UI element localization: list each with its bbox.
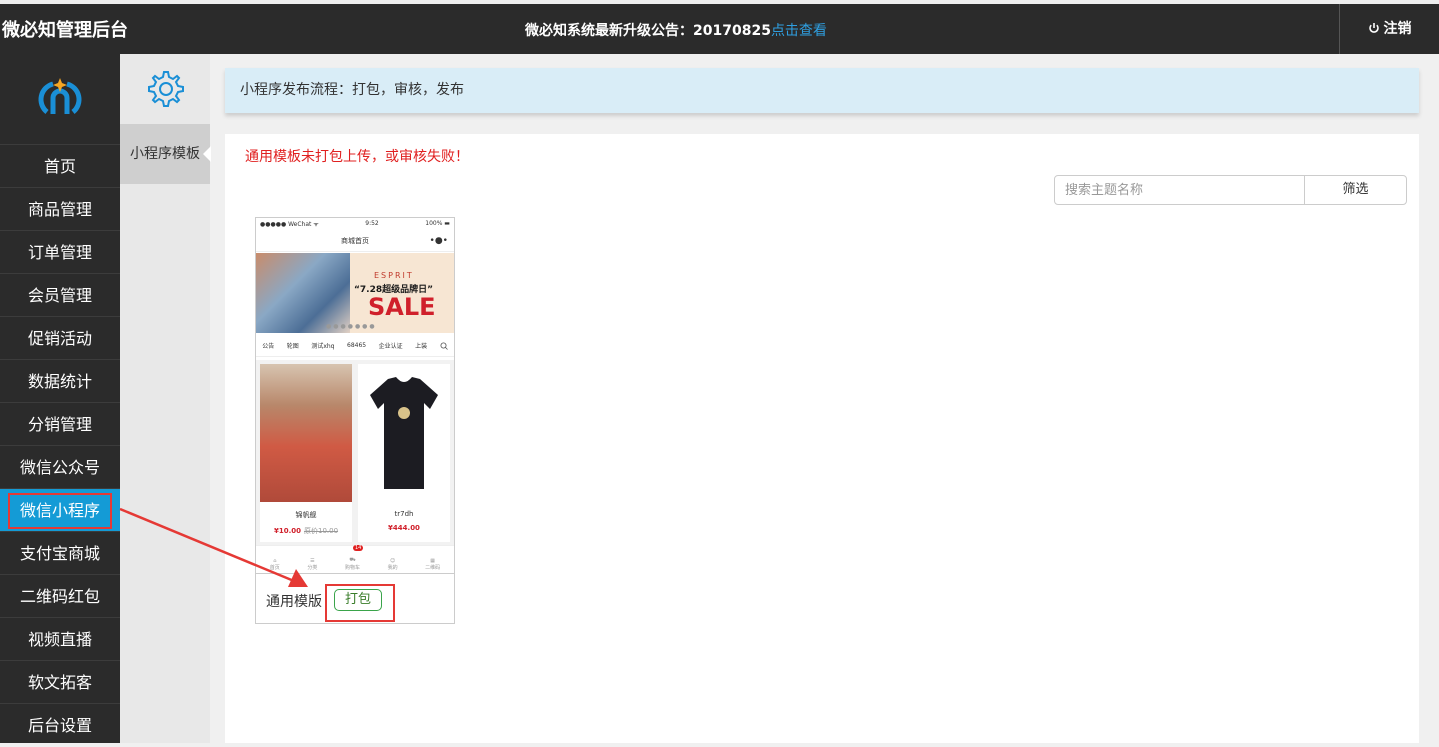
- carousel-dots: ●●●●●●●: [326, 323, 377, 330]
- carrier-text: ●●●●● WeChat ᯤ: [260, 221, 319, 228]
- hero-banner: ESPRIT “7.28超级品牌日” SALE ●●●●●●●: [256, 253, 454, 333]
- sidebar-item-label: 后台设置: [27, 716, 92, 735]
- sidebar-item-statistics[interactable]: 数据统计: [0, 359, 120, 402]
- tab-label: 购物车: [344, 565, 360, 571]
- sidebar-item-label: 视频直播: [27, 630, 92, 649]
- qrcode-tab: ▦ 二维码: [425, 558, 441, 571]
- sidebar-item-members[interactable]: 会员管理: [0, 273, 120, 316]
- time-text: 9:52: [365, 220, 379, 227]
- sidebar-item-label: 支付宝商城: [19, 544, 100, 563]
- phone-category-tabs: 公告 轮图 测试xhq 68465 企业认证 上装: [256, 335, 454, 357]
- sidebar-item-alipay-mall[interactable]: 支付宝商城: [0, 531, 120, 574]
- price-value: ¥444.00: [388, 524, 420, 532]
- phone-tab: 上装: [415, 343, 428, 350]
- hero-brand: ESPRIT: [374, 271, 414, 280]
- notice-text: 微必知系统最新升级公告：20170825: [525, 23, 771, 39]
- brand-logo-icon: [38, 78, 82, 114]
- sidebar-item-label: 首页: [43, 157, 76, 176]
- error-message: 通用模板未打包上传，或审核失败！: [245, 149, 469, 165]
- gear-container: [120, 54, 210, 124]
- phone-tab: 公告: [262, 343, 275, 350]
- search-icon: [440, 342, 448, 350]
- sidebar-item-label: 数据统计: [27, 372, 92, 391]
- top-bar: 微必知管理后台 微必知系统最新升级公告：20170825点击查看 注销: [0, 0, 1439, 54]
- filter-button[interactable]: 筛选: [1304, 176, 1406, 204]
- logout-label: 注销: [1383, 21, 1412, 37]
- sidebar-item-label: 会员管理: [27, 286, 92, 305]
- gear-icon: [148, 71, 184, 107]
- sidebar-item-settings[interactable]: 后台设置: [0, 703, 120, 746]
- annotation-arrow: [119, 507, 308, 587]
- search-input[interactable]: [1055, 176, 1304, 204]
- sidebar-item-label: 商品管理: [27, 200, 92, 219]
- cart-badge: 14: [352, 545, 364, 551]
- sidebar-item-label: 微信小程序: [7, 493, 112, 529]
- sidebar-item-promotions[interactable]: 促销活动: [0, 316, 120, 359]
- sidebar-item-label: 软文拓客: [27, 673, 92, 692]
- notice-bar: 微必知系统最新升级公告：20170825点击查看: [525, 8, 827, 54]
- logout-button[interactable]: 注销: [1339, 4, 1439, 54]
- hero-image: [256, 253, 350, 333]
- product-image: [358, 364, 450, 502]
- sidebar-item-products[interactable]: 商品管理: [0, 187, 120, 230]
- sidebar-item-home[interactable]: 首页: [0, 144, 120, 187]
- phone-tab: 企业认证: [378, 343, 403, 350]
- notice-link[interactable]: 点击查看: [771, 23, 827, 39]
- sidebar-item-label: 分销管理: [27, 415, 92, 434]
- profile-tab: ☺ 我的: [387, 558, 398, 571]
- search-bar: 筛选: [1054, 175, 1407, 205]
- main-panel: 通用模板未打包上传，或审核失败！ 筛选 ●●●●● WeChat ᯤ 9:52 …: [225, 134, 1419, 743]
- phone-tab: 测试xhq: [311, 343, 335, 350]
- sidebar-item-label: 订单管理: [27, 243, 92, 262]
- sidebar-item-orders[interactable]: 订单管理: [0, 230, 120, 273]
- sub-nav: 小程序模板: [120, 54, 211, 743]
- sidebar-item-label: 微信公众号: [19, 458, 100, 477]
- sidebar-item-article-marketing[interactable]: 软文拓客: [0, 660, 120, 703]
- hero-sale: SALE: [368, 293, 436, 321]
- app-title: 商城首页: [341, 237, 369, 245]
- product-name: tr7dh: [394, 510, 414, 518]
- brand-title: 微必知管理后台: [2, 20, 128, 41]
- phone-tab: 轮图: [286, 343, 299, 350]
- battery-text: 100% ▬: [425, 220, 450, 227]
- power-icon: [1368, 23, 1379, 33]
- cart-tab: 14 ⛟ 购物车: [344, 545, 364, 571]
- phone-status-bar: ●●●●● WeChat ᯤ 9:52 100% ▬: [256, 218, 454, 230]
- sidebar: 首页 商品管理 订单管理 会员管理 促销活动 数据统计 分销管理 微信公众号 微…: [0, 54, 120, 743]
- product-price: ¥444.00: [358, 524, 450, 532]
- tab-label: 二维码: [425, 565, 441, 571]
- sidebar-item-live-video[interactable]: 视频直播: [0, 617, 120, 660]
- sidebar-item-wechat-official[interactable]: 微信公众号: [0, 445, 120, 488]
- sidebar-item-qr-redpacket[interactable]: 二维码红包: [0, 574, 120, 617]
- product-image: [260, 364, 352, 502]
- pack-button[interactable]: 打包: [334, 589, 382, 611]
- sidebar-item-wechat-miniprogram[interactable]: 微信小程序: [0, 488, 120, 531]
- phone-tab: 68465: [347, 342, 367, 349]
- sidebar-item-label: 二维码红包: [19, 587, 100, 606]
- sidebar-item-label: 促销活动: [27, 329, 92, 348]
- tab-label: 我的: [387, 565, 398, 571]
- app-title-bar: 商城首页 •●•: [256, 230, 454, 252]
- sidebar-item-distribution[interactable]: 分销管理: [0, 402, 120, 445]
- subnav-item-miniprogram-template[interactable]: 小程序模板: [120, 124, 211, 184]
- logo: [0, 54, 120, 144]
- product-card: tr7dh ¥444.00: [358, 364, 450, 542]
- info-banner: 小程序发布流程：打包，审核，发布: [225, 68, 1419, 113]
- tshirt-icon: [370, 377, 438, 489]
- more-icon: •●•: [429, 236, 448, 246]
